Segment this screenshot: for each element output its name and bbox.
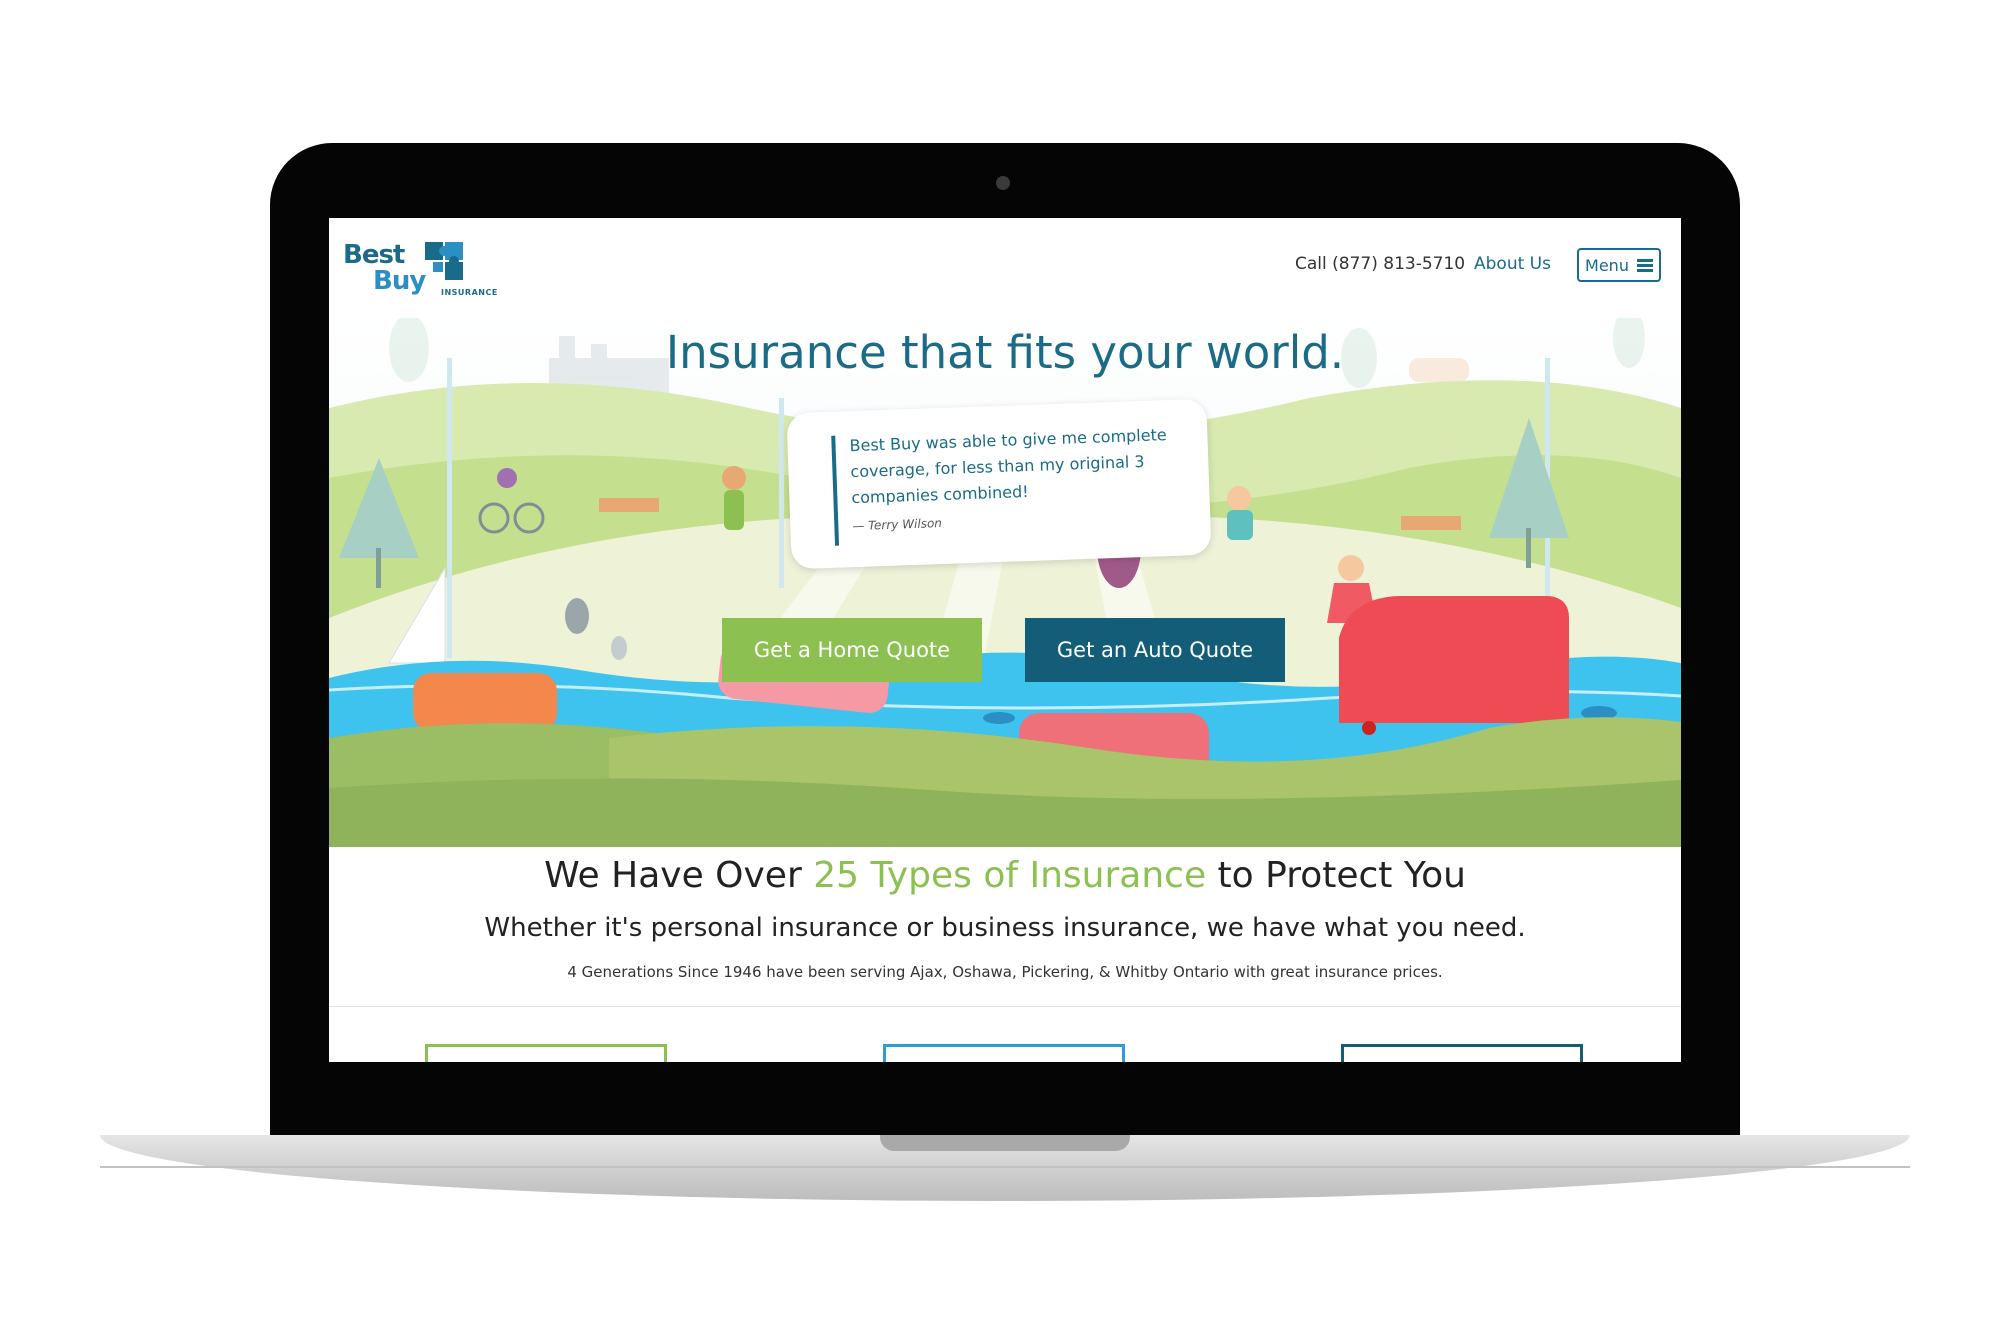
site-header: Best Buy INSURANCE Call (877) 813-5710 A…	[329, 218, 1681, 318]
hero-title: Insurance that fits your world.	[665, 326, 1345, 379]
logo-tagline: INSURANCE	[441, 288, 498, 297]
hero-illustration	[329, 318, 1681, 847]
menu-label: Menu	[1585, 255, 1629, 275]
laptop-base-line	[100, 1166, 1910, 1168]
insurance-card-2[interactable]	[883, 1044, 1125, 1062]
camera-icon	[996, 176, 1010, 190]
logo-text-buy: Buy	[373, 266, 426, 296]
home-quote-button[interactable]: Get a Home Quote	[722, 618, 982, 682]
section-note: 4 Generations Since 1946 have been servi…	[567, 963, 1443, 981]
content-section: We Have Over 25 Types of Insurance to Pr…	[329, 847, 1681, 1062]
nav-about-link[interactable]: About Us	[1474, 254, 1551, 274]
section-title-post: to Protect You	[1206, 855, 1466, 896]
menu-button[interactable]: Menu	[1577, 248, 1661, 282]
section-title-accent: 25 Types of Insurance	[813, 855, 1207, 896]
laptop-notch	[880, 1135, 1130, 1151]
section-divider	[329, 1006, 1681, 1007]
testimonial-quote-bar	[831, 435, 840, 546]
section-subtitle: Whether it's personal insurance or busin…	[484, 913, 1526, 943]
screen: Best Buy INSURANCE Call (877) 813-5710 A…	[329, 218, 1681, 1062]
testimonial-author: — Terry Wilson	[852, 516, 943, 534]
section-title: We Have Over 25 Types of Insurance to Pr…	[329, 855, 1681, 896]
logo[interactable]: Best Buy INSURANCE	[343, 238, 503, 308]
insurance-card-3[interactable]	[1341, 1044, 1583, 1062]
testimonial-card: Best Buy was able to give me complete co…	[786, 398, 1212, 570]
testimonial-quote: Best Buy was able to give me complete co…	[849, 425, 1167, 508]
auto-quote-button[interactable]: Get an Auto Quote	[1025, 618, 1285, 682]
insurance-card-1[interactable]	[425, 1044, 667, 1062]
section-title-pre: We Have Over	[544, 855, 814, 896]
logo-puzzle-icon	[425, 242, 463, 280]
menu-icon	[1636, 259, 1653, 272]
nav-phone-link[interactable]: Call (877) 813-5710	[1295, 254, 1465, 274]
hero: Insurance that fits your world. Best Buy…	[329, 318, 1681, 847]
